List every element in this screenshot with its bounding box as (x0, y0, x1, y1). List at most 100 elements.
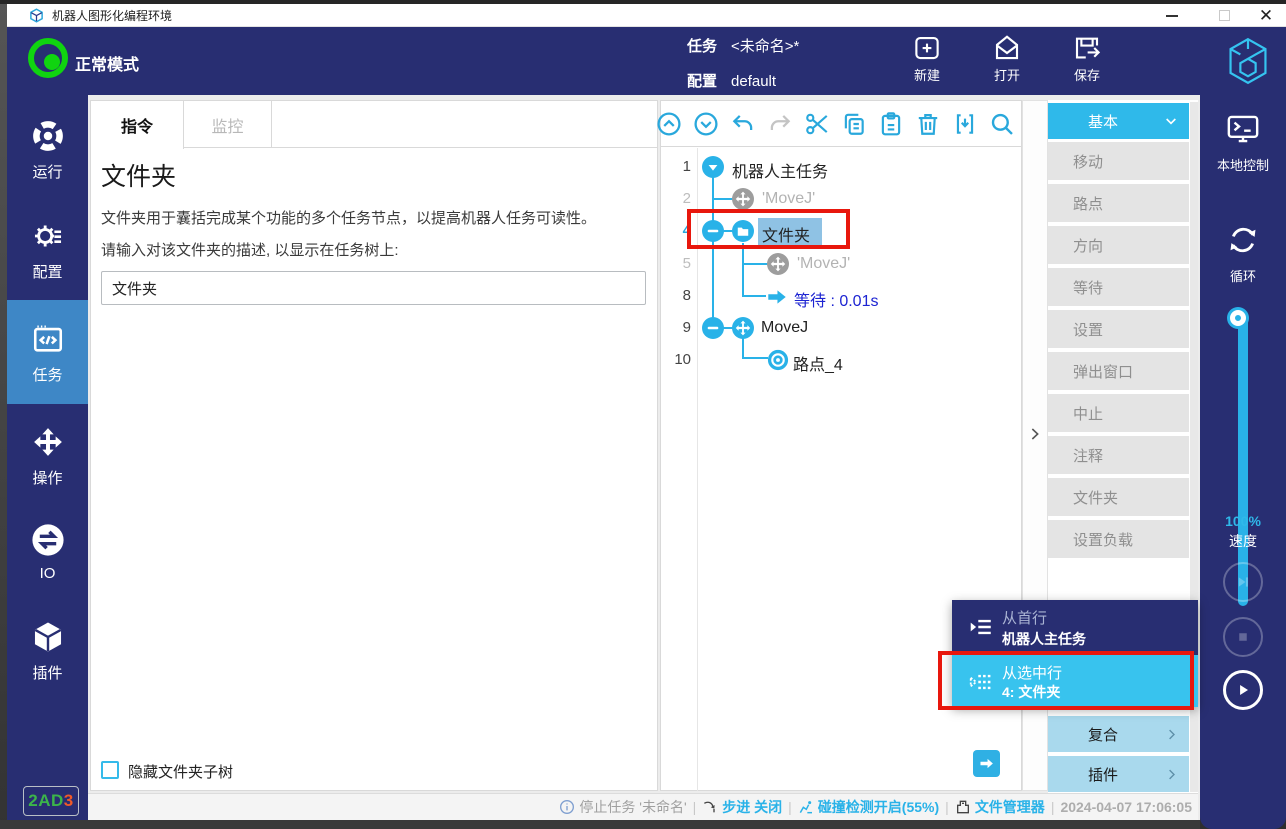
config-row: 配置default (687, 70, 776, 91)
search-button[interactable] (987, 110, 1017, 138)
new-button[interactable]: 新建 (897, 33, 957, 91)
undo-button[interactable] (728, 110, 758, 138)
header-bar: 正常模式 任务<未命名>* 配置default 新建 打开 保存 (7, 27, 1286, 95)
run-from-first-row[interactable]: 从首行 机器人主任务 (952, 600, 1198, 655)
step-mode-status[interactable]: 步进 关闭 (722, 797, 782, 817)
minimize-button[interactable] (1155, 4, 1189, 27)
loop-button[interactable]: 循环 (1200, 223, 1286, 285)
expand-icon[interactable] (702, 156, 724, 178)
sidebar-item-config[interactable]: 配置 (7, 219, 88, 282)
copy-button[interactable] (839, 110, 869, 138)
tree-line-folder (742, 243, 744, 297)
folder-icon (732, 220, 754, 242)
step-forward-button[interactable] (1223, 562, 1263, 602)
run-from-first-subtitle: 机器人主任务 (1002, 629, 1086, 649)
row-number-divider (697, 148, 698, 791)
palette-item-waypoint[interactable]: 路点 (1048, 184, 1189, 222)
move-down-button[interactable] (691, 110, 721, 138)
movej-gray-icon (732, 188, 754, 210)
tree-row-waypoint[interactable]: 路点_4 (793, 351, 843, 375)
tab-monitor[interactable]: 监控 (184, 101, 272, 148)
collision-detection-status[interactable]: 碰撞检测开启(55%) (818, 797, 939, 817)
speed-slider-knob[interactable] (1230, 310, 1246, 326)
run-from-selected-row[interactable]: 从选中行 4: 文件夹 (952, 655, 1198, 707)
hide-subtree-checkbox[interactable] (101, 761, 119, 779)
palette-item-popup[interactable]: 弹出窗口 (1048, 352, 1189, 390)
close-icon: ✕ (1259, 7, 1273, 24)
status-bar: 停止任务 '未命名' | 步进 关闭 | 碰撞检测开启(55%) | 文件管理器… (88, 793, 1198, 820)
stop-button[interactable] (1223, 617, 1263, 657)
desktop-edge-bottom (0, 820, 1200, 829)
sidebar-item-run[interactable]: 运行 (7, 119, 88, 182)
left-sidebar: 运行 配置 任务 操作 IO 插件 2AD3 (7, 95, 88, 820)
tree-row-main-task[interactable]: 机器人主任务 (732, 158, 828, 182)
undo-icon (730, 111, 756, 137)
config-label: 配置 (687, 73, 717, 90)
stop-task-status: 停止任务 '未命名' (579, 797, 686, 817)
speed-value: 100% (1200, 513, 1286, 529)
hide-subtree-label: 隐藏文件夹子树 (128, 761, 233, 782)
cut-button[interactable] (802, 110, 832, 138)
collision-detection-icon (798, 799, 814, 815)
chevron-down-icon (1163, 113, 1179, 129)
sidebar-item-io[interactable]: IO (7, 523, 88, 582)
collapse-minus-icon[interactable] (702, 220, 724, 242)
palette-item-folder[interactable]: 文件夹 (1048, 478, 1189, 516)
paste-button[interactable] (876, 110, 906, 138)
clock: 2024-04-07 17:06:05 (1060, 799, 1192, 815)
folder-name-input[interactable] (101, 271, 646, 305)
step-forward-icon (1233, 572, 1253, 592)
instruction-panel: 指令 监控 文件夹 文件夹用于囊括完成某个功能的多个任务节点，以提高机器人任务可… (90, 100, 658, 791)
palette-group-plugin[interactable]: 插件 (1048, 756, 1189, 792)
tree-line-stub-5 (742, 263, 768, 265)
brand-cube-icon (1225, 37, 1271, 85)
open-button[interactable]: 打开 (977, 33, 1037, 91)
file-manager-link[interactable]: 文件管理器 (975, 797, 1045, 817)
save-button[interactable]: 保存 (1057, 33, 1117, 91)
palette-item-set[interactable]: 设置 (1048, 310, 1189, 348)
tree-row-movej-1[interactable]: 'MoveJ' (762, 190, 815, 208)
palette-group-basic[interactable]: 基本 (1048, 103, 1189, 139)
row-number: 4 (661, 222, 691, 239)
mode-status-icon[interactable] (28, 38, 68, 78)
io-icon (31, 523, 65, 557)
mode-label: 正常模式 (75, 51, 139, 75)
redo-icon (767, 111, 793, 137)
sidebar-item-operate[interactable]: 操作 (7, 425, 88, 488)
sidebar-item-plugin[interactable]: 插件 (7, 620, 88, 683)
collapse-minus-icon[interactable] (702, 317, 724, 339)
palette-item-direction[interactable]: 方向 (1048, 226, 1189, 264)
jump-to-selection-button[interactable] (973, 750, 1000, 777)
palette-item-abort[interactable]: 中止 (1048, 394, 1189, 432)
chevron-right-icon (1164, 767, 1179, 782)
sidebar-item-task[interactable]: 任务 (7, 322, 88, 385)
run-from-selected-title: 从选中行 (1002, 662, 1062, 683)
tab-command[interactable]: 指令 (91, 101, 184, 149)
redo-button[interactable] (765, 110, 795, 138)
local-control-label: 本地控制 (1200, 155, 1286, 174)
tree-toolbar (661, 101, 1021, 147)
right-arrow-icon (978, 755, 995, 772)
tree-row-movej-2[interactable]: 'MoveJ' (797, 255, 850, 273)
palette-item-move[interactable]: 移动 (1048, 142, 1189, 180)
palette-item-payload[interactable]: 设置负载 (1048, 520, 1189, 558)
tree-row-wait[interactable]: 等待 : 0.01s (794, 287, 878, 311)
delete-button[interactable] (913, 110, 943, 138)
maximize-button[interactable] (1207, 4, 1241, 27)
play-button[interactable] (1223, 670, 1263, 710)
move-up-button[interactable] (654, 110, 684, 138)
palette-item-comment[interactable]: 注释 (1048, 436, 1189, 474)
close-button[interactable]: ✕ (1249, 4, 1283, 27)
window-title: 机器人图形化编程环境 (52, 7, 172, 24)
insert-button[interactable] (950, 110, 980, 138)
chevron-right-icon (1027, 426, 1043, 442)
row-number: 1 (661, 158, 691, 175)
tree-row-folder-selected[interactable]: 文件夹 (762, 222, 810, 246)
task-row: 任务<未命名>* (687, 35, 799, 56)
local-control-button[interactable]: 本地控制 (1200, 112, 1286, 174)
tree-row-movej-3[interactable]: MoveJ (761, 319, 808, 337)
palette-group-composite[interactable]: 复合 (1048, 716, 1189, 752)
terminal-icon (1225, 112, 1261, 146)
dotted-list-play-icon (968, 669, 994, 695)
palette-item-wait[interactable]: 等待 (1048, 268, 1189, 306)
